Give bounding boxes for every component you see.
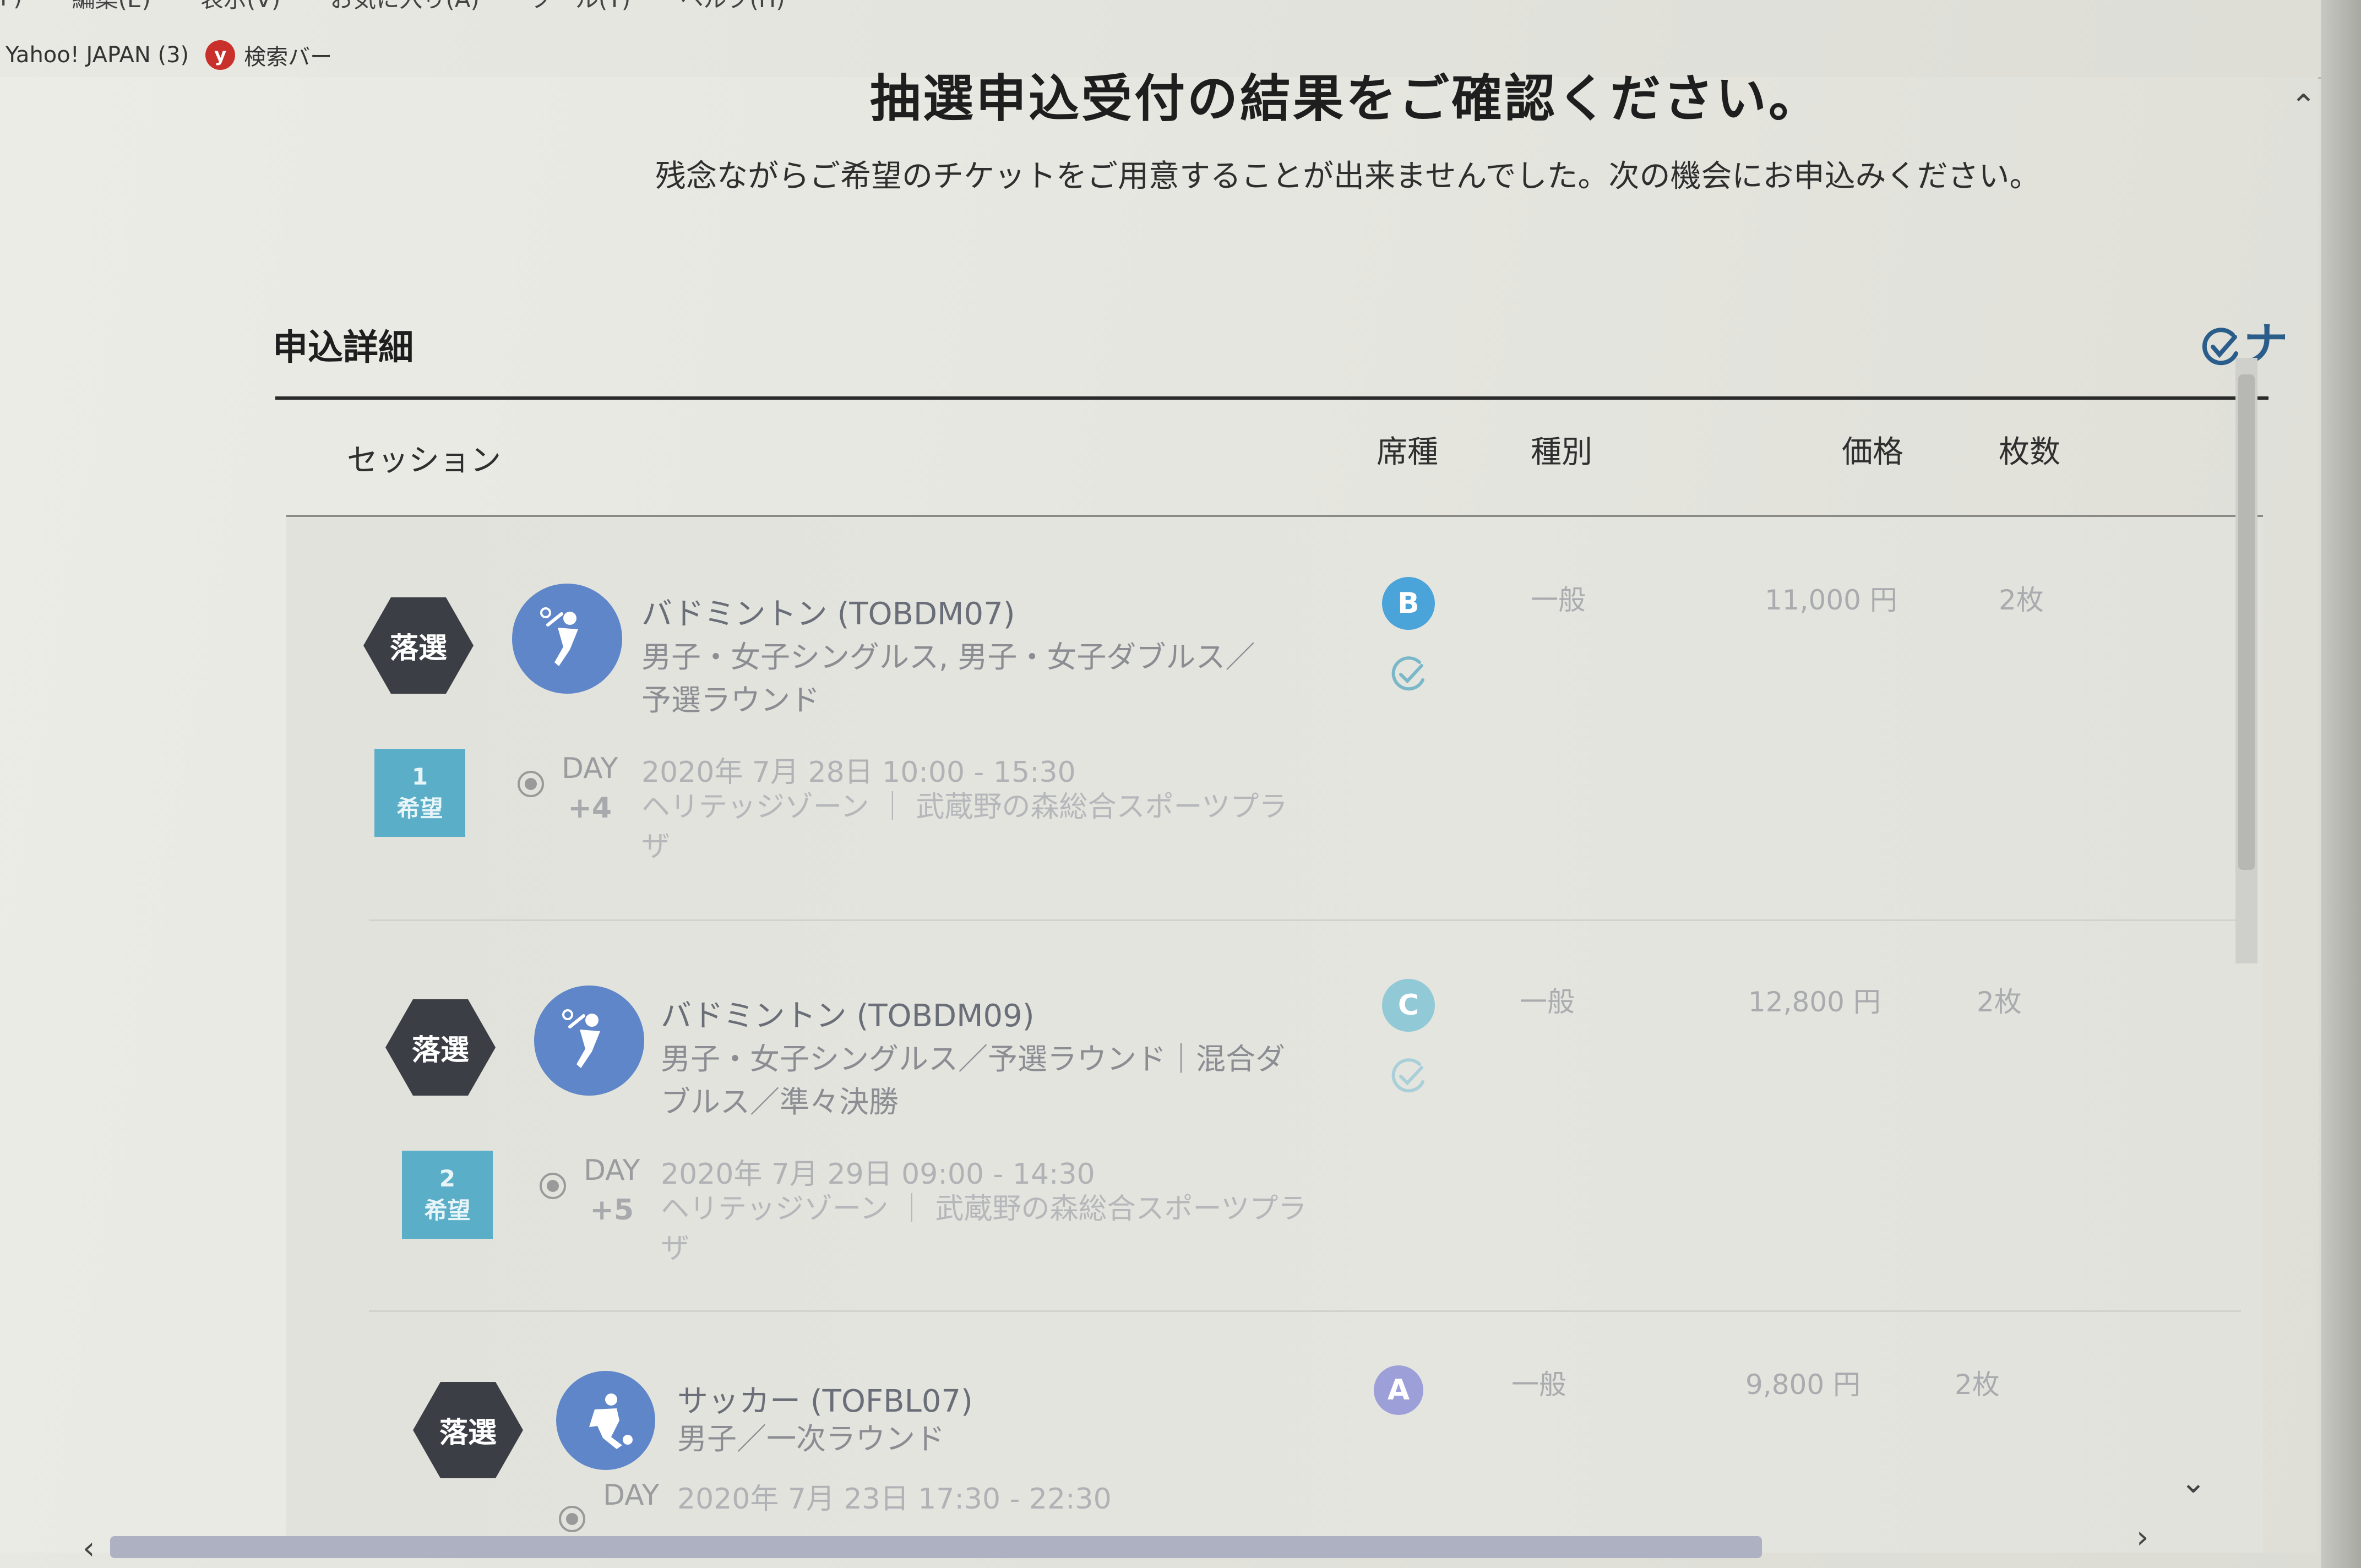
day-label: DAY bbox=[562, 752, 618, 785]
location-icon bbox=[540, 1173, 566, 1199]
menu-bar: F) 編集(E) 表示(V) お気に入り(A) ツール(T) ヘルプ(H) bbox=[0, 0, 2313, 17]
column-header-seat: 席種 bbox=[1377, 434, 1438, 470]
monitor-bezel bbox=[2321, 0, 2361, 1568]
preference-label: 希望 bbox=[396, 795, 443, 822]
check-circle-icon bbox=[1391, 1058, 1424, 1093]
preference-badge: 1 希望 bbox=[374, 749, 465, 837]
preference-label: 希望 bbox=[424, 1197, 471, 1224]
seat-category-badge: B bbox=[1382, 577, 1435, 630]
lost-status-badge: 落選 bbox=[413, 1382, 523, 1478]
horizontal-scrollbar[interactable] bbox=[110, 1536, 1762, 1558]
location-icon bbox=[518, 771, 544, 797]
badminton-icon bbox=[512, 584, 622, 694]
yahoo-logo-icon: y bbox=[205, 40, 236, 70]
scroll-right-icon[interactable]: › bbox=[2136, 1520, 2148, 1555]
session-name[interactable]: バドミントン (TOBDM09) bbox=[661, 991, 1035, 1036]
application-list: 落選 バドミントン (TOBDM07) 男子・女子シングルス, 男子・女子ダブル… bbox=[286, 518, 2263, 1553]
ticket-count: 2枚 bbox=[1977, 986, 2022, 1018]
day-indicator: DAY +4 bbox=[562, 749, 618, 828]
session-datetime: 2020年 7月 23日 17:30 - 22:30 bbox=[677, 1483, 1112, 1516]
day-offset: +5 bbox=[590, 1194, 634, 1227]
day-indicator: DAY bbox=[603, 1476, 659, 1515]
table-row: 落選 バドミントン (TOBDM07) 男子・女子シングルス, 男子・女子ダブル… bbox=[286, 518, 2263, 919]
favorite-yahoo-japan[interactable]: Yahoo! JAPAN (3) bbox=[6, 42, 189, 68]
badminton-player-icon bbox=[562, 1009, 600, 1068]
scroll-left-icon[interactable]: ‹ bbox=[83, 1531, 95, 1566]
session-description: 男子・女子シングルス, 男子・女子ダブルス／予選ラウンド bbox=[641, 640, 1255, 717]
ticket-type: 一般 bbox=[1520, 986, 1575, 1018]
menu-item-file[interactable]: F) bbox=[0, 0, 23, 11]
soccer-player-icon bbox=[589, 1393, 633, 1449]
session-venue: ヘリテッジゾーン ｜ 武蔵野の森総合スポーツプラザ bbox=[641, 791, 1288, 863]
favorite-search-bar[interactable]: y 検索バー bbox=[205, 39, 332, 71]
check-circle-icon bbox=[1391, 656, 1424, 691]
menu-item-tools[interactable]: ツール(T) bbox=[529, 0, 630, 14]
seat-category-badge: A bbox=[1374, 1365, 1423, 1415]
session-name[interactable]: サッカー (TOFBL07) bbox=[677, 1376, 973, 1421]
location-icon bbox=[559, 1506, 585, 1532]
table-row: 落選 バドミントン (TOBDM09) 男子・女子シングルス／予選ラウンド｜混合… bbox=[286, 919, 2263, 1321]
column-header-session: セッション bbox=[347, 443, 501, 478]
preference-badge: 2 希望 bbox=[402, 1151, 493, 1239]
favorite-label: 検索バー bbox=[244, 45, 333, 70]
lost-status-badge: 落選 bbox=[363, 597, 474, 694]
day-label: DAY bbox=[584, 1154, 640, 1187]
page-title: 抽選申込受付の結果をご確認ください。 bbox=[870, 69, 1822, 128]
column-header-price: 価格 bbox=[1842, 434, 1903, 470]
column-header-count: 枚数 bbox=[1999, 434, 2060, 470]
ticket-price: 11,000 円 bbox=[1765, 584, 1897, 616]
scroll-up-icon[interactable]: ⌃ bbox=[2291, 88, 2316, 124]
ticket-price: 9,800 円 bbox=[1745, 1369, 1861, 1401]
ticket-count: 2枚 bbox=[1999, 584, 2044, 616]
session-datetime: 2020年 7月 29日 09:00 - 14:30 bbox=[661, 1158, 1095, 1191]
column-header-type: 種別 bbox=[1531, 434, 1592, 470]
session-datetime: 2020年 7月 28日 10:00 - 15:30 bbox=[641, 756, 1076, 789]
ticket-count: 2枚 bbox=[1955, 1369, 2000, 1401]
menu-item-favorites[interactable]: お気に入り(A) bbox=[330, 0, 480, 14]
session-description: 男子・女子シングルス／予選ラウンド｜混合ダブルス／準々決勝 bbox=[661, 1042, 1285, 1119]
menu-item-view[interactable]: 表示(V) bbox=[200, 0, 281, 14]
scrollbar-thumb[interactable] bbox=[2238, 374, 2255, 870]
badminton-player-icon bbox=[540, 607, 578, 666]
menu-item-edit[interactable]: 編集(E) bbox=[72, 0, 151, 14]
session-description: 男子／一次ラウンド bbox=[677, 1422, 945, 1456]
day-indicator: DAY +5 bbox=[584, 1151, 640, 1230]
favorite-label: Yahoo! JAPAN (3) bbox=[6, 42, 189, 68]
session-name[interactable]: バドミントン (TOBDM07) bbox=[641, 589, 1015, 634]
divider bbox=[286, 515, 2263, 517]
result-message: 残念ながらご希望のチケットをご用意することが出来ませんでした。次の機会にお申込み… bbox=[655, 159, 2041, 194]
preference-number: 1 bbox=[411, 763, 428, 790]
badminton-icon bbox=[534, 986, 644, 1096]
day-label: DAY bbox=[603, 1479, 660, 1512]
seat-category-badge: C bbox=[1382, 979, 1435, 1032]
ticket-price: 12,800 円 bbox=[1748, 986, 1881, 1018]
ticket-type: 一般 bbox=[1531, 584, 1586, 616]
table-header: セッション 席種 種別 価格 枚数 bbox=[275, 323, 2263, 478]
browser-window: F) 編集(E) 表示(V) お気に入り(A) ツール(T) ヘルプ(H) Ya… bbox=[0, 0, 2361, 1568]
menu-item-help[interactable]: ヘルプ(H) bbox=[680, 0, 785, 14]
table-row: 落選 サッカー (TOFBL07) 男子／一次ラウンド DAY 2020年 7月… bbox=[286, 1310, 2263, 1553]
scroll-down-icon[interactable]: ⌄ bbox=[2180, 1464, 2206, 1500]
day-offset: +4 bbox=[568, 792, 612, 825]
session-venue: ヘリテッジゾーン ｜ 武蔵野の森総合スポーツプラザ bbox=[661, 1193, 1307, 1265]
ticket-type: 一般 bbox=[1511, 1369, 1566, 1401]
lost-status-badge: 落選 bbox=[385, 999, 496, 1096]
soccer-icon bbox=[556, 1371, 655, 1470]
preference-number: 2 bbox=[439, 1165, 456, 1192]
